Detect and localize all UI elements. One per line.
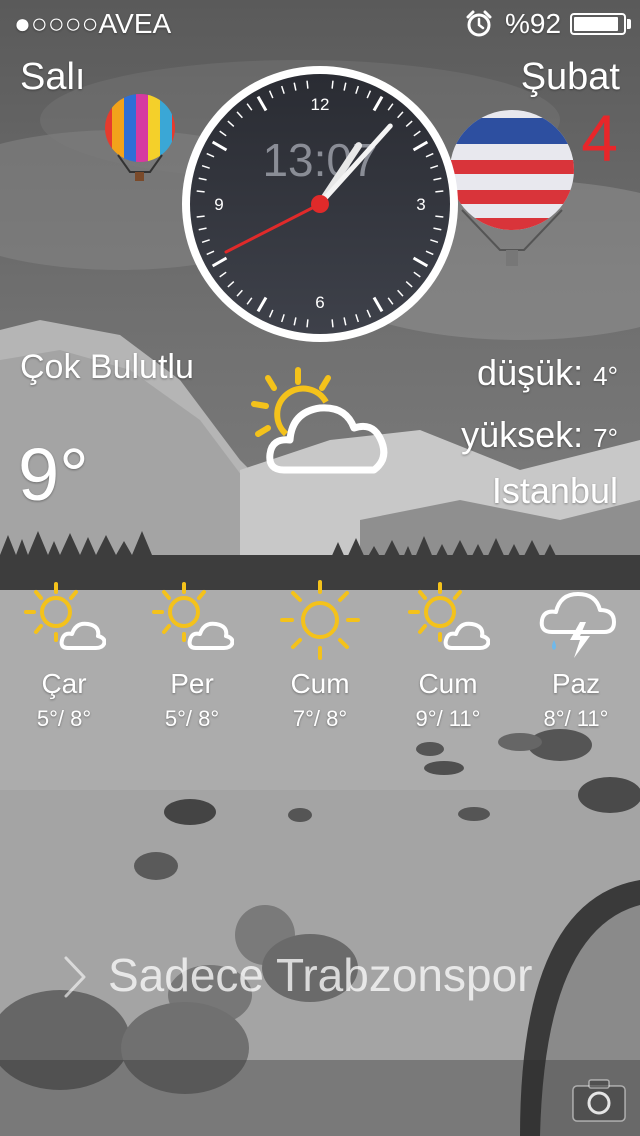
status-bar: ●○○○○AVEA %92 [0, 0, 640, 48]
clock-tick [435, 215, 444, 218]
low-temperature: düşük: 4° [477, 352, 618, 394]
camera-icon[interactable] [572, 1078, 626, 1122]
forecast-temp-range: 5°/ 8° [36, 706, 92, 731]
forecast-day-3: Cum 7°/ 8° [256, 578, 384, 732]
forecast-strip: Çar 5°/ 8° Per 5°/ 8° Cum 7°/ 8° Cum 9°/… [0, 578, 640, 738]
forecast-day-4: Cum 9°/ 11° [384, 578, 512, 732]
chevron-right-icon [64, 956, 86, 998]
forecast-temp-range: 5°/ 8° [164, 706, 220, 731]
weather-condition: Çok Bulutlu [20, 348, 194, 386]
alarm-clock-icon [466, 10, 492, 37]
dial-label-3: 3 [416, 195, 425, 214]
battery-level-fill [574, 17, 619, 31]
clock-tick [196, 215, 205, 218]
forecast-temp-range: 8°/ 11° [543, 706, 609, 731]
forecast-day-label: Çar [41, 668, 87, 699]
sun-cloud-icon [152, 582, 234, 650]
analog-clock-widget: 12 3 6 9 13:07 [182, 66, 458, 342]
forecast-day-1: Çar 5°/ 8° [0, 578, 128, 732]
partly-cloudy-icon [251, 367, 388, 474]
battery-percentage: %92 [505, 8, 562, 39]
forecast-day-2: Per 5°/ 8° [128, 578, 256, 732]
forecast-day-label: Paz [551, 668, 601, 699]
current-temperature: 9° [18, 433, 89, 516]
clock-tick [306, 319, 309, 328]
high-label: yüksek: [461, 414, 584, 455]
low-label: düşük: [477, 352, 584, 393]
slide-text: Sadece Trabzonspor [108, 949, 533, 1001]
high-temperature: yüksek: 7° [461, 414, 618, 456]
clock-center-pin [311, 195, 329, 213]
weekday-label: Salı [20, 56, 86, 98]
clock-tick [435, 190, 444, 193]
forecast-temp-range: 9°/ 11° [415, 706, 481, 731]
forecast-day-5: Paz 8°/ 11° [512, 578, 640, 732]
clock-tick [331, 319, 334, 328]
battery-icon [570, 13, 626, 35]
forecast-day-label: Cum [418, 668, 478, 699]
clock-tick [331, 80, 334, 89]
lock-screen: ●○○○○AVEA %92 Salı Şubat 4 12 3 6 9 13:0… [0, 0, 640, 1136]
high-value: 7° [593, 423, 618, 453]
forecast-day-label: Per [170, 668, 214, 699]
battery-terminal [627, 19, 631, 29]
clock-tick [306, 80, 309, 89]
sun-icon [280, 580, 360, 660]
carrier-signal: ●○○○○AVEA [14, 8, 172, 39]
dial-label-9: 9 [214, 195, 223, 214]
dial-label-6: 6 [315, 293, 324, 312]
sun-cloud-icon [24, 582, 106, 650]
dial-label-12: 12 [311, 95, 330, 114]
forecast-temp-range: 7°/ 8° [292, 706, 348, 731]
city-name: Istanbul [491, 470, 618, 511]
low-value: 4° [593, 361, 618, 391]
day-number: 4 [581, 101, 618, 175]
month-label: Şubat [520, 56, 620, 98]
forecast-day-label: Cum [290, 668, 350, 699]
sun-cloud-icon [408, 582, 490, 650]
thunderstorm-icon [539, 592, 616, 658]
clock-tick [196, 190, 205, 193]
